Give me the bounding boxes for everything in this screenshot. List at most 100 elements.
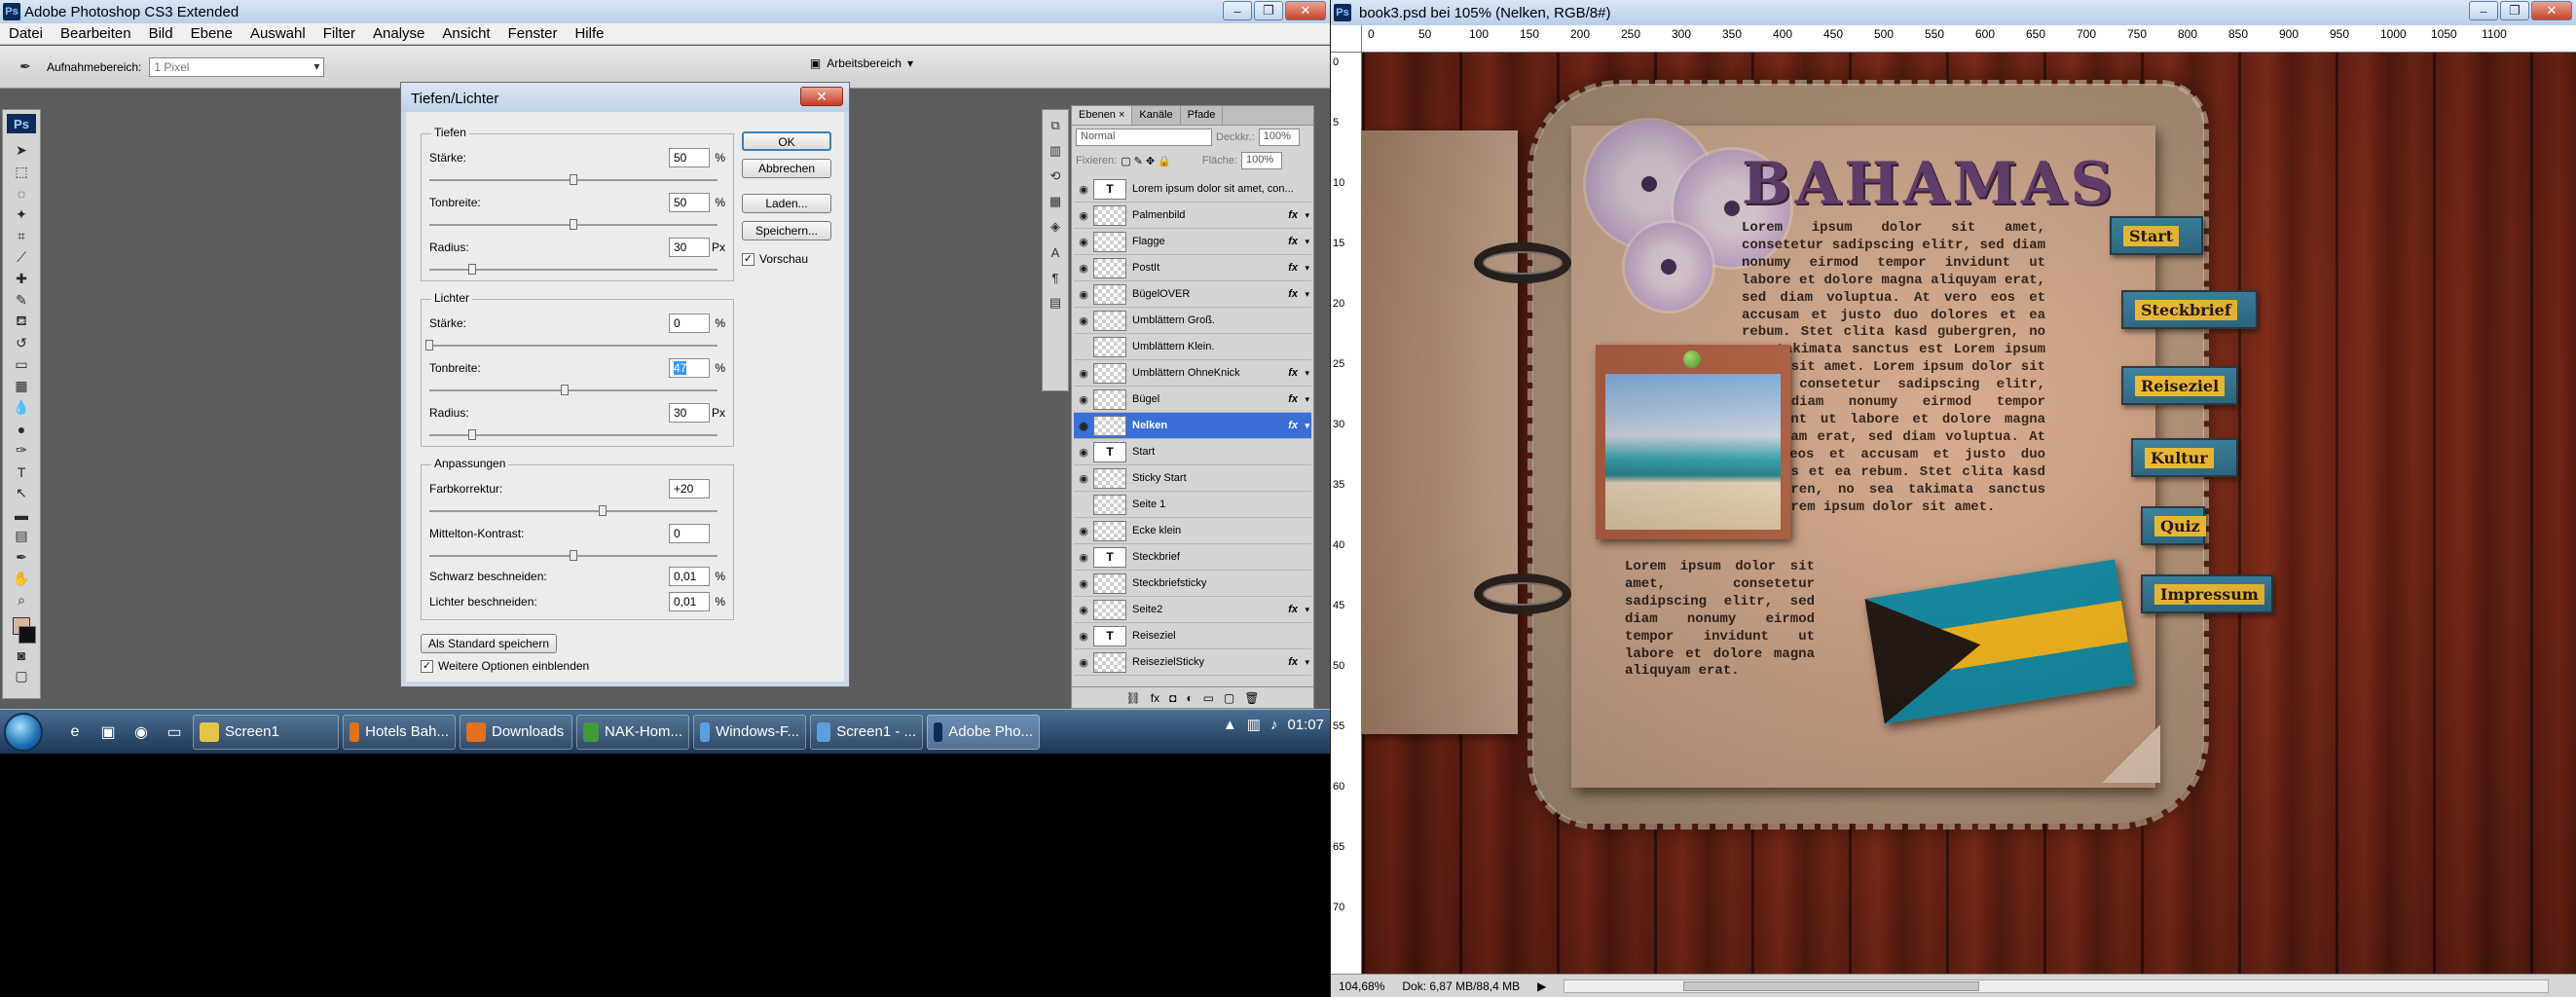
taskbar-button[interactable]: NAK-Hom... bbox=[576, 714, 689, 750]
fx-icon[interactable]: fx bbox=[1151, 691, 1159, 705]
layer-name[interactable]: Flagge bbox=[1132, 236, 1165, 247]
vertical-ruler[interactable]: 0 5 10 15 20 25 30 35 40 45 50 55 60 65 70 bbox=[1331, 53, 1362, 974]
magic-wand-icon[interactable]: ✦ bbox=[8, 204, 35, 225]
doc-minimize-button[interactable]: – bbox=[2469, 1, 2498, 20]
histogram-icon[interactable]: ▥ bbox=[1046, 141, 1065, 161]
layer-row[interactable]: ◉ Bügel fx ▾ bbox=[1074, 387, 1311, 413]
nav-tab-quiz[interactable]: Quiz bbox=[2141, 506, 2206, 545]
expand-arrow-icon[interactable]: ▾ bbox=[1305, 657, 1309, 668]
trash-icon[interactable]: 🗑 bbox=[1244, 691, 1259, 705]
slider-thumb[interactable] bbox=[598, 505, 607, 516]
layer-row[interactable]: ◉ Flagge fx ▾ bbox=[1074, 229, 1311, 255]
visibility-eye-icon[interactable]: ◉ bbox=[1074, 551, 1093, 564]
fx-badge-icon[interactable]: fx bbox=[1288, 262, 1298, 274]
slider-thumb[interactable] bbox=[561, 385, 570, 395]
menu-datei[interactable]: Datei bbox=[0, 25, 52, 42]
lichter-staerke-input[interactable]: 0 bbox=[669, 314, 710, 333]
notes-tool-icon[interactable]: ▤ bbox=[8, 526, 35, 546]
taskbar-button[interactable]: Downloads bbox=[460, 714, 572, 750]
zoom-tool-icon[interactable]: ⌕ bbox=[8, 590, 35, 610]
volume-icon[interactable]: ♪ bbox=[1270, 717, 1278, 733]
menu-bild[interactable]: Bild bbox=[140, 25, 182, 42]
visibility-eye-icon[interactable]: ◉ bbox=[1074, 420, 1093, 432]
layer-row[interactable]: ◉ Umblättern Groß. bbox=[1074, 308, 1311, 334]
lichter-staerke-slider[interactable] bbox=[425, 340, 718, 351]
opacity-input[interactable]: 100% bbox=[1258, 129, 1300, 146]
visibility-eye-icon[interactable]: ◉ bbox=[1074, 446, 1093, 459]
layer-row[interactable]: ◉ Seite2 fx ▾ bbox=[1074, 597, 1311, 623]
visibility-eye-icon[interactable]: ◉ bbox=[1074, 630, 1093, 643]
slider-thumb[interactable] bbox=[570, 550, 577, 561]
slider-thumb[interactable] bbox=[570, 219, 577, 230]
pen-tool-icon[interactable]: ✑ bbox=[8, 440, 35, 461]
tiefen-tonbreite-input[interactable]: 50 bbox=[669, 193, 710, 212]
path-select-icon[interactable]: ↖ bbox=[8, 483, 35, 503]
nav-tab-start[interactable]: Start bbox=[2110, 216, 2203, 255]
layer-row[interactable]: ◉ BügelOVER fx ▾ bbox=[1074, 281, 1311, 308]
visibility-eye-icon[interactable]: ◉ bbox=[1074, 393, 1093, 406]
lichter-radius-input[interactable]: 30 bbox=[669, 403, 710, 423]
mittelton-input[interactable]: 0 bbox=[669, 524, 710, 543]
layer-row[interactable]: ◉ Nelken fx ▾ bbox=[1074, 413, 1311, 439]
layer-name[interactable]: Palmenbild bbox=[1132, 209, 1185, 221]
layer-name[interactable]: Seite 1 bbox=[1132, 498, 1165, 510]
layer-row[interactable]: ◉ Palmenbild fx ▾ bbox=[1074, 203, 1311, 229]
expand-arrow-icon[interactable]: ▾ bbox=[1305, 605, 1309, 615]
sample-size-select[interactable]: 1 Pixel bbox=[149, 56, 325, 77]
lichter-beschneiden-input[interactable]: 0,01 bbox=[669, 592, 710, 611]
history-icon[interactable]: ⟲ bbox=[1046, 166, 1065, 186]
tiefen-tonbreite-slider[interactable] bbox=[429, 219, 718, 230]
layer-name[interactable]: Seite2 bbox=[1132, 604, 1162, 615]
lichter-tonbreite-slider[interactable] bbox=[429, 385, 718, 395]
fx-badge-icon[interactable]: fx bbox=[1288, 656, 1298, 668]
explorer-icon[interactable]: ▭ bbox=[160, 718, 189, 747]
marquee-tool-icon[interactable]: ⬚ bbox=[8, 162, 35, 182]
save-as-default-button[interactable]: Als Standard speichern bbox=[421, 634, 557, 653]
more-options-checkbox[interactable]: ✓ bbox=[421, 659, 433, 673]
fx-badge-icon[interactable]: fx bbox=[1288, 604, 1298, 615]
layer-name[interactable]: Steckbrief bbox=[1132, 551, 1180, 563]
menu-hilfe[interactable]: Hilfe bbox=[566, 25, 612, 42]
fill-input[interactable]: 100% bbox=[1240, 152, 1282, 169]
new-layer-icon[interactable]: ▢ bbox=[1224, 691, 1234, 705]
layer-name[interactable]: Lorem ipsum dolor sit amet, con... bbox=[1132, 183, 1294, 195]
layer-row[interactable]: ◉ Steckbriefsticky bbox=[1074, 571, 1311, 597]
menu-auswahl[interactable]: Auswahl bbox=[241, 25, 314, 42]
visibility-eye-icon[interactable]: ◉ bbox=[1074, 236, 1093, 248]
doc-close-button[interactable]: ✕ bbox=[2531, 1, 2572, 20]
tiefen-radius-slider[interactable] bbox=[429, 264, 718, 275]
styles-icon[interactable]: ◈ bbox=[1046, 217, 1065, 237]
blend-mode-select[interactable]: Normal bbox=[1076, 129, 1212, 146]
network-icon[interactable]: ▥ bbox=[1247, 716, 1261, 733]
background-color-swatch[interactable] bbox=[18, 626, 36, 644]
layer-name[interactable]: PostIt bbox=[1132, 262, 1159, 274]
expand-arrow-icon[interactable]: ▾ bbox=[1305, 210, 1309, 221]
visibility-eye-icon[interactable]: ◉ bbox=[1074, 288, 1093, 301]
visibility-eye-icon[interactable]: ◉ bbox=[1074, 314, 1093, 327]
character-icon[interactable]: A bbox=[1046, 242, 1065, 262]
layer-row[interactable]: Seite 1 bbox=[1074, 492, 1311, 518]
layer-name[interactable]: Nelken bbox=[1132, 420, 1167, 431]
visibility-eye-icon[interactable]: ◉ bbox=[1074, 183, 1093, 196]
taskbar-button[interactable]: Hotels Bah... bbox=[343, 714, 456, 750]
minimize-button[interactable]: – bbox=[1223, 1, 1252, 20]
eyedropper-tool-icon[interactable]: ✒ bbox=[8, 547, 35, 568]
menu-ansicht[interactable]: Ansicht bbox=[433, 25, 498, 42]
layer-name[interactable]: Start bbox=[1132, 446, 1155, 458]
layer-row[interactable]: ◉ ReisezielSticky fx ▾ bbox=[1074, 649, 1311, 676]
layer-name[interactable]: BügelOVER bbox=[1132, 288, 1190, 300]
brush-tool-icon[interactable]: ✎ bbox=[8, 290, 35, 311]
visibility-eye-icon[interactable]: ◉ bbox=[1074, 577, 1093, 590]
expand-arrow-icon[interactable]: ▾ bbox=[1305, 289, 1309, 300]
doc-size-info[interactable]: Dok: 6,87 MB/88,4 MB bbox=[1402, 979, 1520, 993]
tiefen-staerke-slider[interactable] bbox=[429, 174, 718, 185]
taskbar-button[interactable]: Screen1 bbox=[193, 714, 339, 750]
media-icon[interactable]: ▣ bbox=[93, 718, 123, 747]
expand-arrow-icon[interactable]: ▾ bbox=[1305, 237, 1309, 247]
tray-expand-icon[interactable]: ▲ bbox=[1223, 717, 1237, 733]
visibility-eye-icon[interactable]: ◉ bbox=[1074, 525, 1093, 537]
fx-badge-icon[interactable]: fx bbox=[1288, 420, 1298, 431]
preview-checkbox[interactable]: ✓ bbox=[742, 252, 754, 266]
expand-arrow-icon[interactable]: ▾ bbox=[1305, 368, 1309, 379]
layer-name[interactable]: Reiseziel bbox=[1132, 630, 1176, 642]
